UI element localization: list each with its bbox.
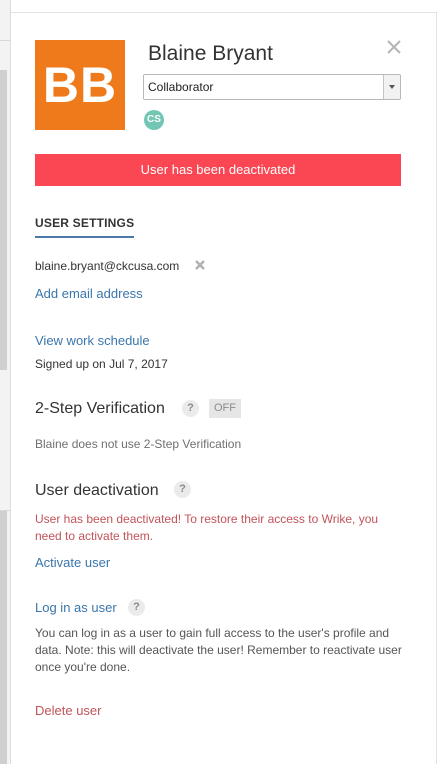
tab-user-settings[interactable]: USER SETTINGS bbox=[35, 216, 135, 238]
role-select-value: Collaborator bbox=[148, 80, 214, 94]
divider bbox=[0, 510, 10, 511]
log-in-as-description: You can log in as a user to gain full ac… bbox=[35, 626, 402, 674]
two-step-status-toggle[interactable]: OFF bbox=[209, 399, 241, 418]
role-select[interactable]: Collaborator bbox=[143, 74, 401, 100]
view-schedule-link[interactable]: View work schedule bbox=[35, 333, 150, 348]
background-scrollbar bbox=[0, 70, 7, 370]
add-email-link[interactable]: Add email address bbox=[35, 286, 143, 301]
help-icon[interactable]: ? bbox=[182, 400, 199, 417]
close-icon[interactable] bbox=[384, 37, 404, 57]
user-name: Blaine Bryant bbox=[148, 42, 273, 65]
background-scrollbar bbox=[0, 510, 7, 764]
deactivation-title: User deactivation bbox=[35, 482, 159, 499]
avatar: BB bbox=[35, 40, 125, 130]
deactivation-warning: User has been deactivated! To restore th… bbox=[35, 512, 379, 543]
background-panel-edge bbox=[0, 0, 11, 764]
panel-top-border bbox=[11, 12, 437, 13]
divider bbox=[0, 40, 10, 41]
activate-user-link[interactable]: Activate user bbox=[35, 555, 110, 570]
help-icon[interactable]: ? bbox=[174, 481, 191, 498]
log-in-as-user-link[interactable]: Log in as user bbox=[35, 600, 117, 615]
remove-email-icon[interactable] bbox=[193, 258, 207, 272]
two-step-description: Blaine does not use 2-Step Verification bbox=[35, 437, 242, 451]
two-step-title: 2-Step Verification bbox=[35, 400, 165, 417]
user-badge: CS bbox=[144, 110, 164, 130]
signed-up-date: Signed up on Jul 7, 2017 bbox=[35, 357, 168, 371]
delete-user-link[interactable]: Delete user bbox=[35, 703, 101, 718]
chevron-down-icon[interactable] bbox=[383, 75, 400, 99]
help-icon[interactable]: ? bbox=[128, 599, 145, 616]
deactivated-alert: User has been deactivated bbox=[35, 154, 401, 186]
email-address: blaine.bryant@ckcusa.com bbox=[35, 259, 180, 273]
